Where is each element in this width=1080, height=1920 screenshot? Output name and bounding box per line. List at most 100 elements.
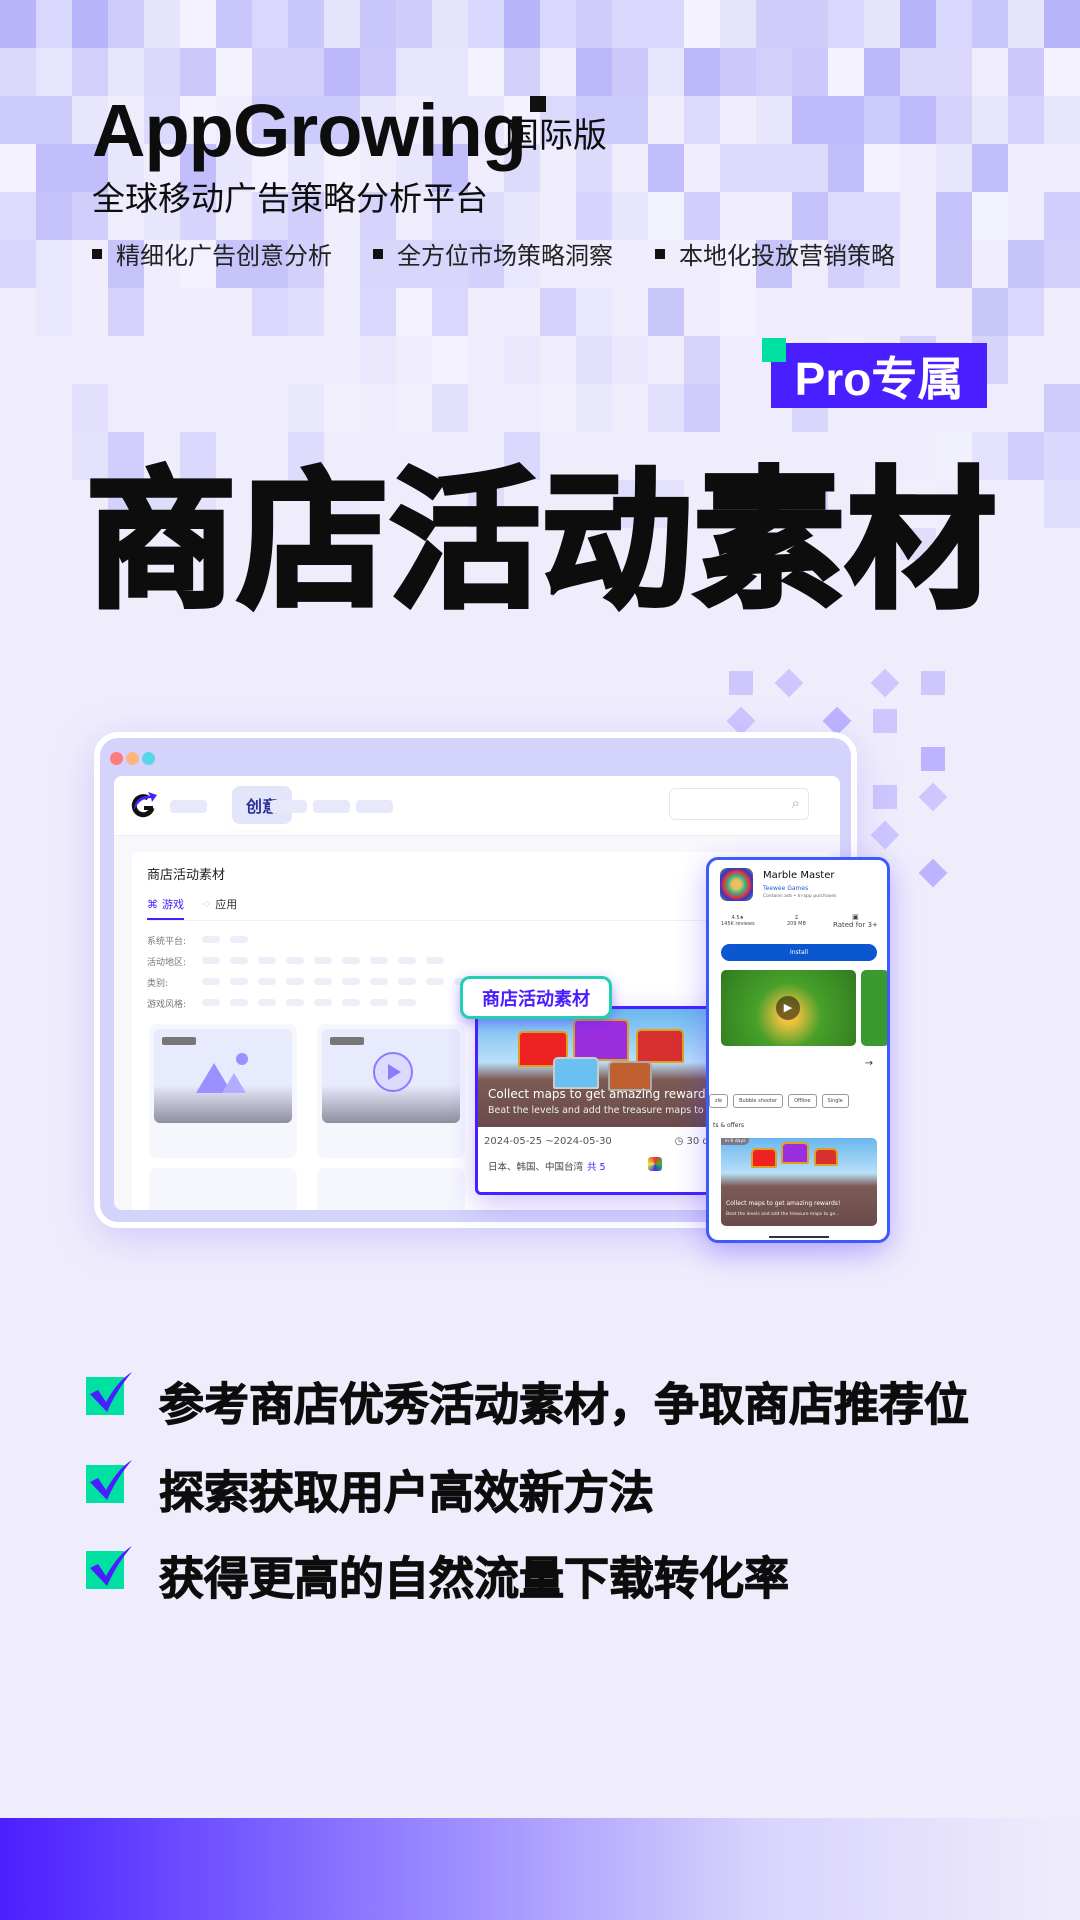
filter-option[interactable] [230,978,248,985]
window-close-dot [110,752,123,765]
footer-gradient-bar [0,1818,1080,1920]
filter-option[interactable] [286,978,304,985]
nav-placeholder[interactable] [170,800,207,813]
app-developer[interactable]: Teewee Games [763,885,808,892]
filter-option[interactable] [314,999,332,1006]
creative-thumb[interactable] [149,1168,297,1210]
tag-chip[interactable]: Offline [788,1094,817,1108]
tab-apps[interactable]: ⁘ 应用 [202,896,237,912]
pro-badge: Pro专属 [771,343,987,408]
creative-thumb[interactable] [317,1168,465,1210]
filter-option[interactable] [342,999,360,1006]
event-card[interactable]: in 6 days Collect maps to get amazing re… [721,1138,877,1226]
play-icon [373,1052,413,1092]
search-input[interactable]: ⌕ [669,788,809,820]
filter-option[interactable] [230,999,248,1006]
creative-thumb-image[interactable] [149,1024,297,1158]
event-description: Beat the levels and add the treasure map… [726,1212,840,1217]
tag-chip[interactable]: zle [709,1094,729,1108]
app-icon [648,1157,662,1171]
headline: 商店活动素材 [83,453,999,632]
filter-option[interactable] [426,978,444,985]
badge-accent-square [762,338,786,362]
filter-option[interactable] [370,978,388,985]
tag-chip[interactable]: Bubble shooter [733,1094,784,1108]
filter-option[interactable] [286,999,304,1006]
pattern-shape [918,782,948,812]
filter-option[interactable] [230,936,248,943]
app-note: Contains ads • In-app purchases [763,894,837,899]
filter-option[interactable] [286,957,304,964]
checkbox-icon [86,1546,132,1589]
filter-option[interactable] [258,999,276,1006]
appgrowing-logo: AppGrowing [92,88,546,173]
arrow-right-icon[interactable]: → [865,1058,873,1069]
filter-option[interactable] [258,957,276,964]
filter-option[interactable] [398,999,416,1006]
nav-placeholder[interactable] [313,800,350,813]
pattern-shape [873,709,897,733]
app-icon [720,868,753,901]
creative-thumb-video[interactable] [317,1024,465,1158]
app-screenshot[interactable] [861,970,887,1046]
filter-option[interactable] [258,978,276,985]
filter-label: 活动地区: [147,958,187,968]
clock-icon: ◷ [674,1136,687,1147]
filter-option[interactable] [202,957,220,964]
pattern-shape [921,671,945,695]
tagline: 全球移动广告策略分析平台 [92,179,488,218]
app-name: Marble Master [763,870,835,881]
filter-option[interactable] [202,999,220,1006]
filter-option[interactable] [398,978,416,985]
filter-option[interactable] [202,978,220,985]
filter-label: 游戏风格: [147,1000,187,1010]
event-regions: 日本、韩国、中国台湾 [488,1162,584,1173]
filter-option[interactable] [342,978,360,985]
filter-label: 系统平台: [147,937,187,947]
filter-option[interactable] [230,957,248,964]
region-count-dropdown[interactable]: 共 5 [587,1159,606,1173]
filter-option[interactable] [342,957,360,964]
pattern-shape [729,671,753,695]
nav-placeholder[interactable] [356,800,393,813]
bullet-icon [655,248,665,259]
app-reviews: 145K reviews [721,921,755,927]
search-icon: ⌕ [791,794,800,812]
tag-chip[interactable]: Single [821,1094,849,1108]
gamepad-icon: ⌘ [147,897,158,911]
tab-games[interactable]: ⌘ 游戏 [147,896,184,920]
filter-option[interactable] [370,957,388,964]
benefit-text: 探索获取用户高效新方法 [158,1466,655,1520]
feature-item: 全方位市场策略洞察 [373,236,613,271]
home-indicator [769,1236,829,1238]
panel-title: 商店活动素材 [147,868,226,883]
pattern-shape [870,820,900,850]
g-logo-icon [131,792,157,818]
filter-label: 类别: [147,979,169,989]
bullet-icon [373,248,383,259]
pattern-shape [873,785,897,809]
phone-mockup: Marble Master Teewee Games Contains ads … [706,857,890,1243]
top-nav: 创意 ⌕ [114,776,840,836]
pattern-shape [918,858,948,888]
filter-option[interactable] [426,957,444,964]
filter-option[interactable] [370,999,388,1006]
app-video-thumb[interactable]: ▶ [721,970,856,1046]
event-description: Beat the levels and add the treasure map… [488,1105,728,1116]
store-event-card[interactable]: Collect maps to get amazing rewards! Bea… [475,1006,735,1195]
app-age-rating: Rated for 3+ [833,921,878,929]
event-title: Collect maps to get amazing rewards! [726,1200,841,1207]
feature-item: 本地化投放营销策略 [655,236,895,271]
nav-placeholder[interactable] [270,800,307,813]
benefit-text: 获得更高的自然流量下载转化率 [158,1552,790,1606]
pattern-shape [774,668,804,698]
filter-option[interactable] [202,936,220,943]
install-button[interactable]: Install [721,944,877,961]
filter-option[interactable] [398,957,416,964]
checkbox-icon [86,1460,132,1503]
event-dates: 2024-05-25 ~2024-05-30 [484,1136,612,1147]
filter-option[interactable] [314,978,332,985]
grid-icon: ⁘ [202,897,212,911]
filter-option[interactable] [314,957,332,964]
app-size: 209 MB [787,921,806,927]
